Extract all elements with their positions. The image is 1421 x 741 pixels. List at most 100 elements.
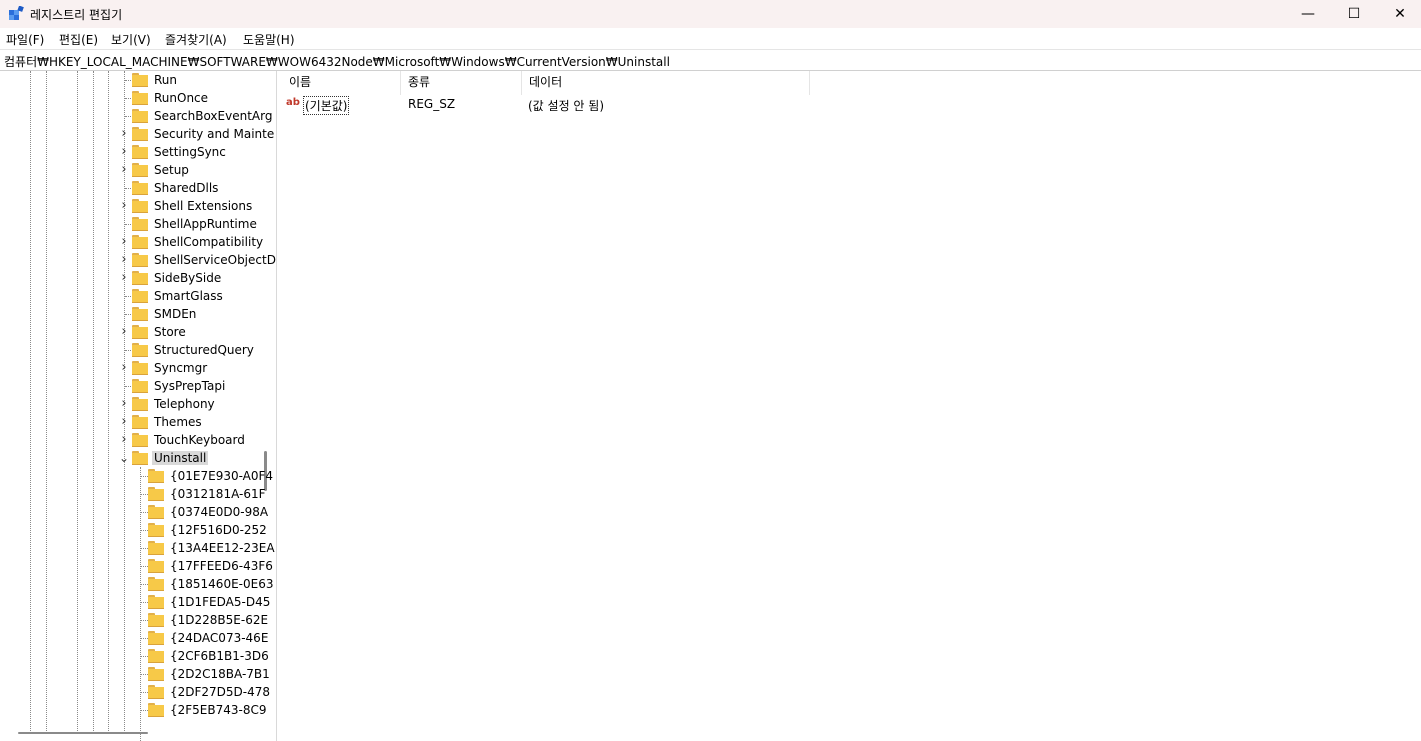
- tree-item[interactable]: SMDEn: [0, 305, 276, 323]
- tree-item[interactable]: {2F5EB743-8C9: [0, 701, 276, 719]
- tree-item[interactable]: › Telephony: [0, 395, 276, 413]
- tree-connector: [141, 674, 148, 675]
- folder-icon: [148, 703, 164, 717]
- tree-item[interactable]: › ShellServiceObjectD: [0, 251, 276, 269]
- string-value-icon: ab: [286, 97, 300, 108]
- tree-item-label: {13A4EE12-23EA: [170, 541, 275, 555]
- tree-item[interactable]: StructuredQuery: [0, 341, 276, 359]
- key-tree-pane[interactable]: Run RunOnce SearchBoxEventArg › Security and…: [0, 71, 277, 741]
- expand-chevron-icon[interactable]: ›: [119, 397, 129, 410]
- expand-chevron-icon[interactable]: ›: [119, 433, 129, 446]
- tree-item[interactable]: SharedDlls: [0, 179, 276, 197]
- tree-item-label: Themes: [154, 415, 202, 429]
- tree-item[interactable]: SmartGlass: [0, 287, 276, 305]
- tree-item[interactable]: {12F516D0-252: [0, 521, 276, 539]
- tree-item[interactable]: {24DAC073-46E: [0, 629, 276, 647]
- menu-view[interactable]: 보기(V): [111, 31, 151, 48]
- value-name: (기본값): [303, 96, 350, 115]
- address-bar[interactable]: 컴퓨터₩HKEY_LOCAL_MACHINE₩SOFTWARE₩WOW6432N…: [0, 49, 1421, 71]
- tree-item-label: Uninstall: [152, 451, 209, 465]
- tree-item-label: Shell Extensions: [154, 199, 253, 213]
- tree-item[interactable]: › SettingSync: [0, 143, 276, 161]
- column-separator[interactable]: [809, 71, 810, 95]
- column-header-data[interactable]: 데이터: [529, 73, 562, 93]
- tree-item[interactable]: › Security and Mainte: [0, 125, 276, 143]
- pane-splitter[interactable]: [277, 71, 280, 741]
- expand-chevron-icon[interactable]: ›: [119, 415, 129, 428]
- tree-item-label: Store: [154, 325, 186, 339]
- column-separator[interactable]: [400, 71, 401, 95]
- close-button[interactable]: ✕: [1377, 0, 1421, 28]
- tree-item[interactable]: {2DF27D5D-478: [0, 683, 276, 701]
- tree-item-label: {0374E0D0-98A: [170, 505, 269, 519]
- folder-icon: [132, 397, 148, 411]
- column-header-name[interactable]: 이름: [289, 73, 311, 93]
- tree-item[interactable]: {1851460E-0E63: [0, 575, 276, 593]
- tree-item[interactable]: {1D228B5E-62E: [0, 611, 276, 629]
- tree-item[interactable]: SearchBoxEventArg: [0, 107, 276, 125]
- expand-chevron-icon[interactable]: ›: [119, 199, 129, 212]
- tree-item[interactable]: RunOnce: [0, 89, 276, 107]
- tree-item[interactable]: › SideBySide: [0, 269, 276, 287]
- folder-icon: [132, 433, 148, 447]
- collapse-chevron-icon[interactable]: ⌄: [119, 452, 129, 464]
- folder-icon: [132, 109, 148, 123]
- tree-item-label: SMDEn: [154, 307, 197, 321]
- tree-horizontal-scrollbar[interactable]: [18, 732, 148, 734]
- folder-icon: [132, 127, 148, 141]
- tree-item[interactable]: › ShellCompatibility: [0, 233, 276, 251]
- expand-chevron-icon[interactable]: ›: [119, 271, 129, 284]
- column-separator[interactable]: [521, 71, 522, 95]
- folder-icon: [132, 289, 148, 303]
- tree-item[interactable]: › Store: [0, 323, 276, 341]
- tree-item[interactable]: SysPrepTapi: [0, 377, 276, 395]
- value-data: (값 설정 안 됨): [528, 99, 605, 113]
- menu-file[interactable]: 파일(F): [6, 31, 44, 48]
- tree-item[interactable]: {01E7E930-A0F4: [0, 467, 276, 485]
- folder-icon: [148, 469, 164, 483]
- tree-item[interactable]: › TouchKeyboard: [0, 431, 276, 449]
- tree-item[interactable]: {0374E0D0-98A: [0, 503, 276, 521]
- value-row[interactable]: ab (기본값) REG_SZ (값 설정 안 됨): [281, 96, 881, 115]
- folder-icon: [148, 487, 164, 501]
- tree-item[interactable]: {0312181A-61F: [0, 485, 276, 503]
- expand-chevron-icon[interactable]: ›: [119, 361, 129, 374]
- minimize-icon: —: [1301, 6, 1315, 22]
- expand-chevron-icon[interactable]: ›: [119, 325, 129, 338]
- tree-connector: [141, 584, 148, 585]
- tree-item-label: {1851460E-0E63: [170, 577, 274, 591]
- tree-item[interactable]: {13A4EE12-23EA: [0, 539, 276, 557]
- tree-item[interactable]: {1D1FEDA5-D45: [0, 593, 276, 611]
- expand-chevron-icon[interactable]: ›: [119, 145, 129, 158]
- address-path[interactable]: 컴퓨터₩HKEY_LOCAL_MACHINE₩SOFTWARE₩WOW6432N…: [4, 53, 670, 70]
- tree-item-label: Setup: [154, 163, 189, 177]
- maximize-button[interactable]: ☐: [1331, 0, 1377, 28]
- tree-item[interactable]: {17FFEED6-43F6: [0, 557, 276, 575]
- folder-icon: [148, 685, 164, 699]
- tree-item[interactable]: › Shell Extensions: [0, 197, 276, 215]
- tree-item-label: StructuredQuery: [154, 343, 254, 357]
- tree-item[interactable]: Run: [0, 71, 276, 89]
- tree-connector: [141, 602, 148, 603]
- registry-editor-icon: [9, 6, 24, 20]
- tree-item[interactable]: › Setup: [0, 161, 276, 179]
- menu-help[interactable]: 도움말(H): [243, 31, 295, 48]
- tree-item[interactable]: {2CF6B1B1-3D6: [0, 647, 276, 665]
- tree-item[interactable]: ⌄ Uninstall: [0, 449, 276, 467]
- expand-chevron-icon[interactable]: ›: [119, 253, 129, 266]
- expand-chevron-icon[interactable]: ›: [119, 163, 129, 176]
- values-list-pane[interactable]: 이름 종류 데이터 ab (기본값) REG_SZ (값 설정 안 됨): [281, 71, 1421, 741]
- expand-chevron-icon[interactable]: ›: [119, 235, 129, 248]
- tree-item-label: SharedDlls: [154, 181, 219, 195]
- tree-item[interactable]: ShellAppRuntime: [0, 215, 276, 233]
- menu-favorites[interactable]: 즐겨찾기(A): [165, 31, 227, 48]
- menu-edit[interactable]: 편집(E): [59, 31, 98, 48]
- column-header-type[interactable]: 종류: [408, 73, 430, 93]
- tree-item[interactable]: {2D2C18BA-7B1: [0, 665, 276, 683]
- tree-item-label: {1D1FEDA5-D45: [170, 595, 271, 609]
- tree-item[interactable]: › Syncmgr: [0, 359, 276, 377]
- tree-item[interactable]: › Themes: [0, 413, 276, 431]
- tree-connector: [141, 512, 148, 513]
- expand-chevron-icon[interactable]: ›: [119, 127, 129, 140]
- minimize-button[interactable]: —: [1285, 0, 1331, 28]
